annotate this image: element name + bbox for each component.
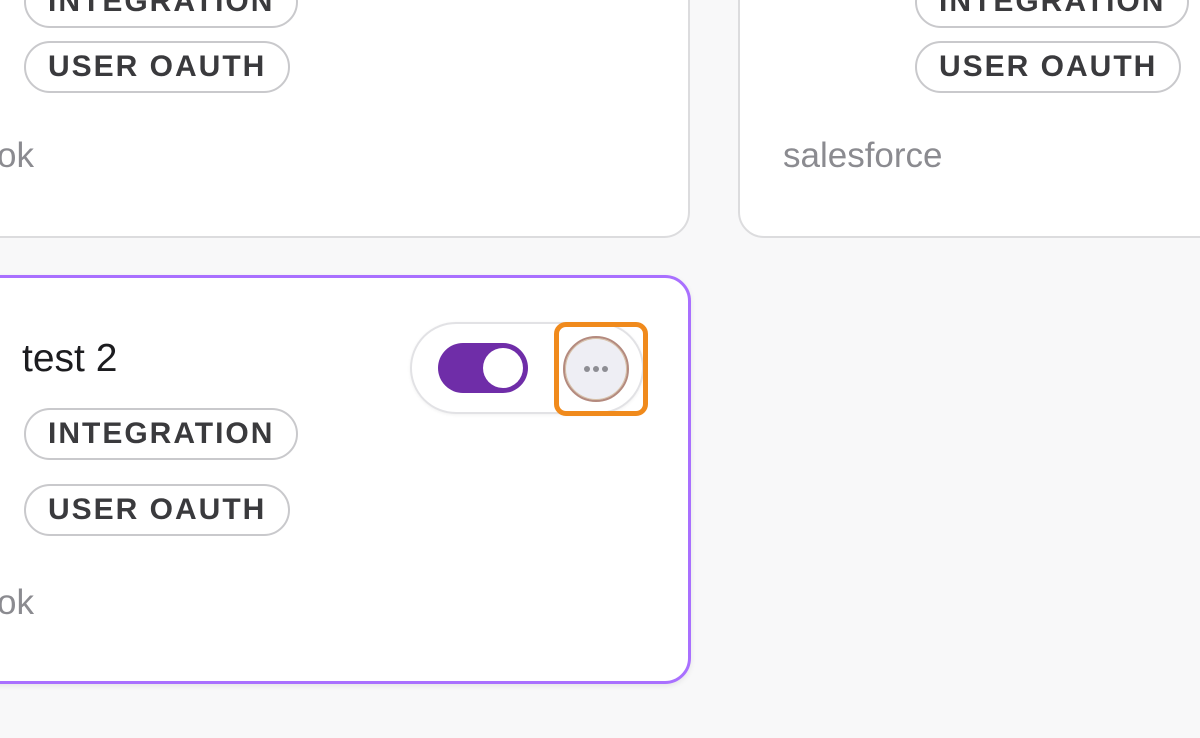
enable-toggle[interactable] [438, 343, 528, 393]
integration-badge: INTEGRATION [24, 408, 299, 460]
toggle-knob [483, 348, 523, 388]
integrations-grid: INTEGRATION USER OAUTH ok INTEGRATION US… [0, 0, 1200, 738]
integration-card[interactable] [738, 0, 1200, 238]
user-oauth-badge: USER OAUTH [24, 41, 291, 93]
integration-title: test 2 [22, 337, 118, 380]
more-horizontal-icon [584, 366, 608, 372]
integration-provider: ok [0, 583, 34, 622]
user-oauth-badge: USER OAUTH [915, 41, 1182, 93]
integration-provider: salesforce [783, 136, 943, 175]
integration-card[interactable] [0, 0, 690, 238]
integration-badge: INTEGRATION [24, 0, 299, 28]
user-oauth-badge: USER OAUTH [24, 484, 291, 536]
more-options-button[interactable] [563, 336, 629, 402]
integration-badge: INTEGRATION [915, 0, 1190, 28]
integration-provider: ok [0, 136, 34, 175]
